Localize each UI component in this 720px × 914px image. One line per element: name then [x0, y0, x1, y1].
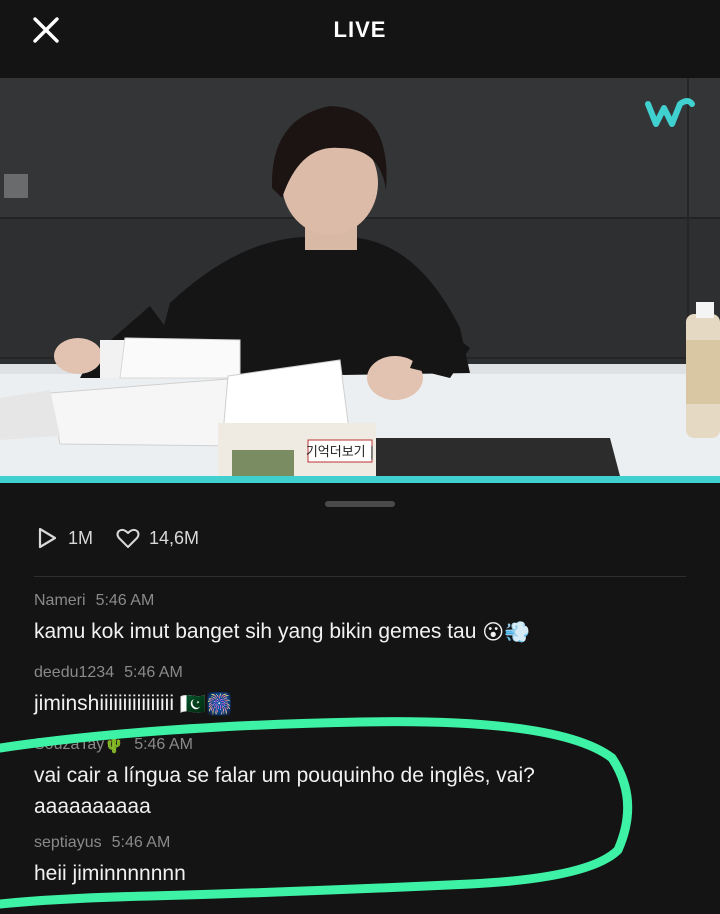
top-bar: LIVE — [0, 0, 720, 60]
stats-row: 1M 14,6M — [34, 522, 221, 554]
comment-time: 5:46 AM — [134, 735, 193, 753]
cactus-emoji-icon: 🌵 — [104, 736, 125, 754]
comment-username[interactable]: septiayus — [34, 834, 102, 852]
box-label: 기억더보기 | — [306, 445, 374, 460]
heart-icon — [116, 528, 140, 548]
comment-list[interactable]: Nameri 5:46 AM kamu kok imut banget sih … — [34, 590, 684, 897]
play-count-value: 1M — [68, 527, 94, 548]
comment-item: Nameri 5:46 AM kamu kok imut banget sih … — [34, 590, 684, 648]
comment-username[interactable]: Nameri — [34, 592, 86, 610]
weverse-logo-icon — [645, 98, 695, 127]
live-progress-bar — [0, 476, 720, 483]
comment-item: SouzaTay 🌵 5:46 AM vai cair a língua se f… — [34, 734, 684, 822]
comment-text: kamu kok imut banget sih yang bikin geme… — [34, 620, 477, 643]
like-count[interactable]: 14,6M — [115, 525, 199, 551]
page-title: LIVE — [333, 17, 387, 42]
comment-time: 5:46 AM — [95, 592, 155, 609]
comment-username[interactable]: deedu1234 — [34, 664, 114, 682]
pakistan-flag-icon: 🇵🇰 — [179, 692, 206, 716]
live-video[interactable]: 기억더보기 | — [0, 78, 720, 476]
play-count: 1M — [34, 525, 93, 551]
comment-item: septiayus 5:46 AM heii jiminnnnnnn — [34, 832, 684, 889]
like-count-value: 14,6M — [149, 527, 200, 548]
divider — [34, 576, 686, 577]
comment-time: 5:46 AM — [111, 833, 171, 851]
wall-switch — [4, 174, 28, 198]
fireworks-emoji-icon: 🎆 — [206, 692, 233, 716]
video-frame: 기억더보기 | — [0, 78, 720, 476]
drag-handle[interactable] — [325, 501, 395, 507]
comment-time: 5:46 AM — [124, 663, 183, 681]
comment-text: jiminshiiiiiiiiiiiiiiii — [34, 691, 174, 715]
comment-username[interactable]: SouzaTay — [34, 736, 104, 754]
comment-text-line: vai cair a língua se falar um pouquinho … — [34, 763, 535, 787]
surprised-emoji-icon: 😮 — [482, 620, 505, 644]
comment-text-line: aaaaaaaaaa — [34, 794, 151, 818]
comment-text: heii jiminnnnnnn — [34, 861, 186, 885]
comment-item: deedu1234 5:46 AM jiminshiiiiiiiiiiiiiii… — [34, 662, 684, 720]
play-icon — [38, 527, 57, 549]
dash-emoji-icon: 💨 — [504, 620, 531, 644]
